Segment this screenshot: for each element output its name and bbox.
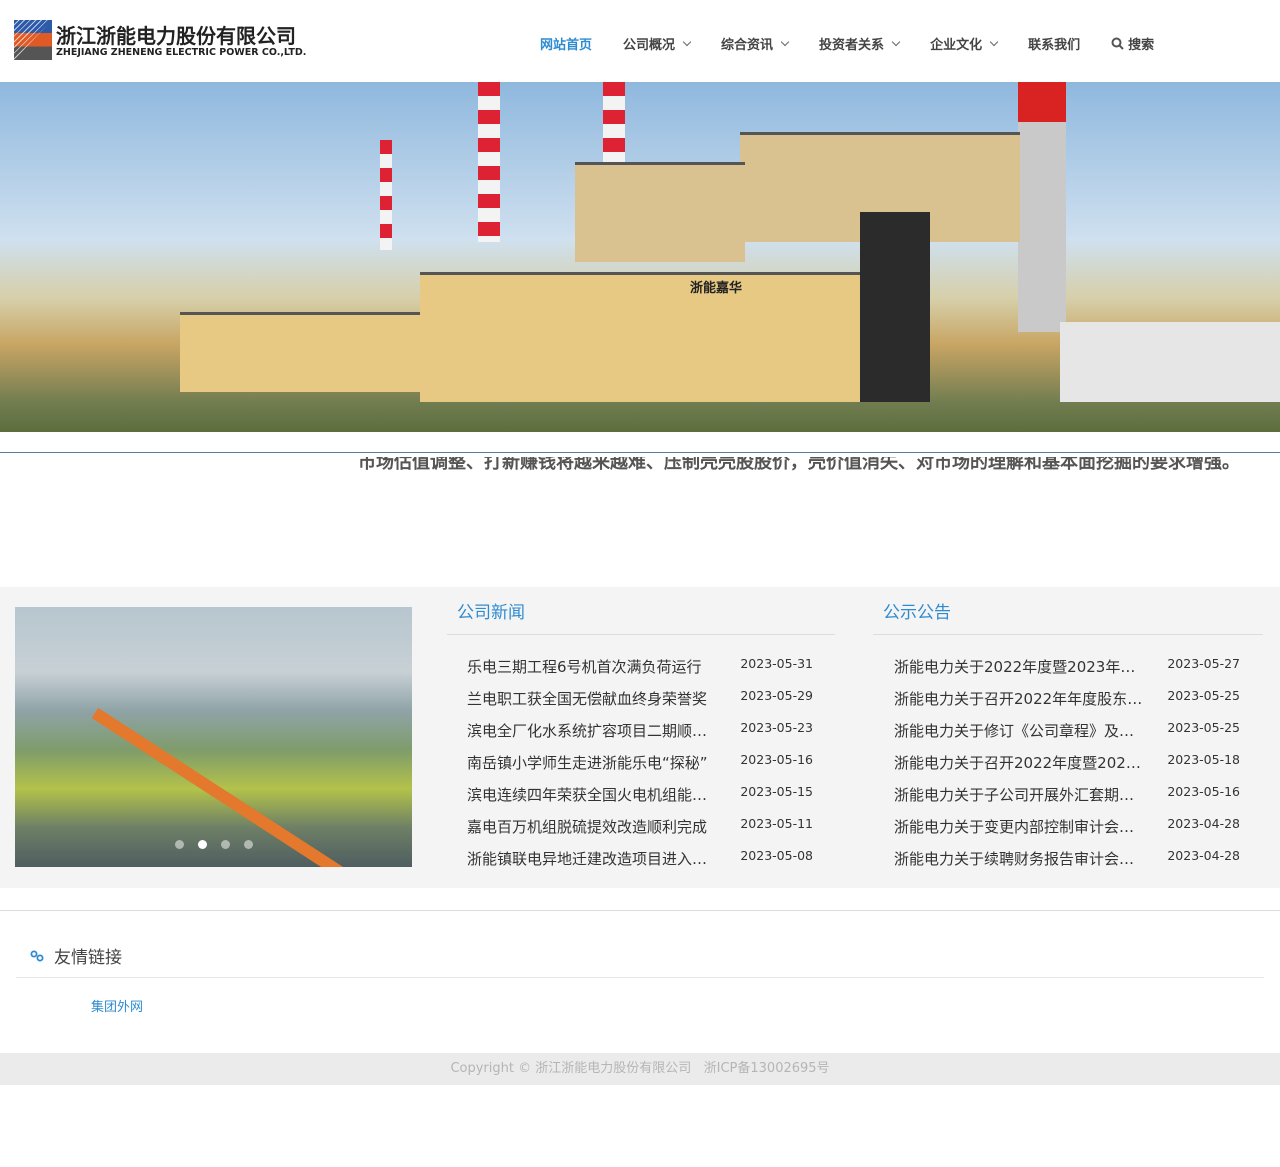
- group-site-link[interactable]: 集团外网: [91, 996, 143, 1015]
- copyright-text: Copyright © 浙江浙能电力股份有限公司: [450, 1061, 692, 1076]
- item-date: 2023-05-25: [1167, 688, 1240, 703]
- slider-dot[interactable]: [198, 840, 207, 849]
- icp-link[interactable]: 浙ICP备13002695号: [704, 1061, 830, 1076]
- nav-item-1[interactable]: 公司概况: [623, 34, 692, 53]
- divider: [0, 910, 1280, 911]
- item-title[interactable]: 南岳镇小学师生走进浙能乐电“探秘”: [467, 752, 722, 773]
- header: 浙江浙能电力股份有限公司 ZHEJIANG ZHENENG ELECTRIC P…: [0, 0, 1280, 82]
- chevron-down-icon: [780, 37, 790, 46]
- item-date: 2023-04-28: [1167, 848, 1240, 863]
- news-image-slider[interactable]: [15, 607, 412, 867]
- list-item[interactable]: 兰电职工获全国无偿献血终身荣誉奖 2023-05-29: [467, 688, 813, 709]
- nav-label: 网站首页: [540, 38, 593, 53]
- item-date: 2023-05-15: [740, 784, 813, 799]
- nav-label: 综合资讯: [721, 38, 774, 53]
- item-title[interactable]: 滨电全厂化水系统扩容项目二期顺利完成: [467, 720, 722, 741]
- plant-sign: 浙能嘉华: [690, 281, 743, 296]
- search-label: 搜索: [1128, 38, 1155, 53]
- item-title[interactable]: 浙能镇联电异地迁建改造项目进入新阶段: [467, 848, 722, 869]
- item-date: 2023-05-27: [1167, 656, 1240, 671]
- list-item[interactable]: 乐电三期工程6号机首次满负荷运行 2023-05-31: [467, 656, 813, 677]
- chevron-down-icon: [682, 37, 692, 46]
- item-date: 2023-05-11: [740, 816, 813, 831]
- item-title[interactable]: 浙能电力关于续聘财务报告审计会计师事务所: [894, 848, 1149, 869]
- nav-item-4[interactable]: 企业文化: [930, 34, 999, 53]
- search-button[interactable]: 搜索: [1111, 34, 1154, 53]
- list-item[interactable]: 浙能电力关于子公司开展外汇套期保值业务 2023-05-16: [894, 784, 1240, 805]
- search-icon: [1111, 37, 1124, 50]
- logo-en-text: ZHEJIANG ZHENENG ELECTRIC POWER CO.,LTD.: [56, 47, 307, 58]
- nav-item-3[interactable]: 投资者关系: [819, 34, 901, 53]
- list-item[interactable]: 浙能电力关于召开2022年年度股东大会 2023-05-25: [894, 688, 1240, 709]
- nav-label: 联系我们: [1028, 38, 1081, 53]
- list-item[interactable]: 嘉电百万机组脱硫提效改造顺利完成 2023-05-11: [467, 816, 813, 837]
- item-date: 2023-05-16: [1167, 784, 1240, 799]
- main-nav: 网站首页 公司概况 综合资讯 投资者关系 企业文化 联系我们 搜索: [540, 34, 1185, 53]
- item-title[interactable]: 嘉电百万机组脱硫提效改造顺利完成: [467, 816, 722, 837]
- nav-item-0[interactable]: 网站首页: [540, 34, 592, 53]
- chevron-down-icon: [891, 37, 901, 46]
- link-icon: [30, 950, 44, 961]
- hero-banner[interactable]: 浙能嘉华: [0, 82, 1280, 432]
- company-news-title[interactable]: 公司新闻: [447, 598, 835, 623]
- list-item[interactable]: 滨电全厂化水系统扩容项目二期顺利完成 2023-05-23: [467, 720, 813, 741]
- scrolling-text: 市场估值调整、打新赚钱将越来越难、压制壳壳股股价，壳价值消失、对市场的理解和基本…: [0, 457, 1280, 485]
- list-item[interactable]: 浙能电力关于变更内部控制审计会计师事务所 2023-04-28: [894, 816, 1240, 837]
- item-date: 2023-05-08: [740, 848, 813, 863]
- friend-links-heading: 友情链接: [30, 943, 122, 968]
- item-title[interactable]: 浙能电力关于召开2022年度暨2023年第一季度: [894, 752, 1149, 773]
- logo-cn-text: 浙江浙能电力股份有限公司: [56, 24, 296, 48]
- nav-label: 企业文化: [930, 38, 983, 53]
- item-date: 2023-05-25: [1167, 720, 1240, 735]
- slider-dots: [175, 840, 253, 849]
- list-item[interactable]: 浙能电力关于修订《公司章程》及相关制度 2023-05-25: [894, 720, 1240, 741]
- friend-links-title: 友情链接: [54, 948, 122, 968]
- list-item[interactable]: 浙能电力关于2022年度暨2023年第一季度 2023-05-27: [894, 656, 1240, 677]
- footer: Copyright © 浙江浙能电力股份有限公司 浙ICP备13002695号: [0, 1053, 1280, 1085]
- item-date: 2023-04-28: [1167, 816, 1240, 831]
- item-title[interactable]: 浙能电力关于子公司开展外汇套期保值业务: [894, 784, 1149, 805]
- logo-mark-icon: [14, 20, 52, 60]
- slider-dot[interactable]: [244, 840, 253, 849]
- item-title[interactable]: 浙能电力关于召开2022年年度股东大会: [894, 688, 1149, 709]
- list-item[interactable]: 滨电连续四年荣获全国火电机组能效对标 2023-05-15: [467, 784, 813, 805]
- slider-dot[interactable]: [175, 840, 184, 849]
- list-item[interactable]: 浙能电力关于续聘财务报告审计会计师事务所 2023-04-28: [894, 848, 1240, 869]
- item-title[interactable]: 兰电职工获全国无偿献血终身荣誉奖: [467, 688, 722, 709]
- item-title[interactable]: 浙能电力关于变更内部控制审计会计师事务所: [894, 816, 1149, 837]
- item-date: 2023-05-16: [740, 752, 813, 767]
- slider-dot[interactable]: [221, 840, 230, 849]
- notices: 公示公告: [873, 598, 1263, 635]
- list-item[interactable]: 浙能镇联电异地迁建改造项目进入新阶段 2023-05-08: [467, 848, 813, 869]
- marquee-text: 市场估值调整、打新赚钱将越来越难、压制壳壳股股价，壳价值消失、对市场的理解和基本…: [358, 457, 1240, 473]
- item-title[interactable]: 浙能电力关于修订《公司章程》及相关制度: [894, 720, 1149, 741]
- chevron-down-icon: [989, 37, 999, 46]
- divider: [873, 634, 1263, 635]
- item-date: 2023-05-23: [740, 720, 813, 735]
- notices-title[interactable]: 公示公告: [873, 598, 1263, 623]
- item-date: 2023-05-18: [1167, 752, 1240, 767]
- nav-item-2[interactable]: 综合资讯: [721, 34, 790, 53]
- nav-item-5[interactable]: 联系我们: [1028, 34, 1080, 53]
- item-title[interactable]: 浙能电力关于2022年度暨2023年第一季度: [894, 656, 1149, 677]
- item-date: 2023-05-31: [740, 656, 813, 671]
- nav-label: 投资者关系: [819, 38, 885, 53]
- list-item[interactable]: 浙能电力关于召开2022年度暨2023年第一季度 2023-05-18: [894, 752, 1240, 773]
- divider: [16, 977, 1264, 978]
- company-logo[interactable]: 浙江浙能电力股份有限公司 ZHEJIANG ZHENENG ELECTRIC P…: [14, 20, 307, 62]
- nav-label: 公司概况: [623, 38, 676, 53]
- item-title[interactable]: 乐电三期工程6号机首次满负荷运行: [467, 656, 722, 677]
- company-news: 公司新闻: [447, 598, 835, 635]
- item-title[interactable]: 滨电连续四年荣获全国火电机组能效对标: [467, 784, 722, 805]
- divider: [447, 634, 835, 635]
- divider: [0, 452, 1280, 453]
- list-item[interactable]: 南岳镇小学师生走进浙能乐电“探秘” 2023-05-16: [467, 752, 813, 773]
- item-date: 2023-05-29: [740, 688, 813, 703]
